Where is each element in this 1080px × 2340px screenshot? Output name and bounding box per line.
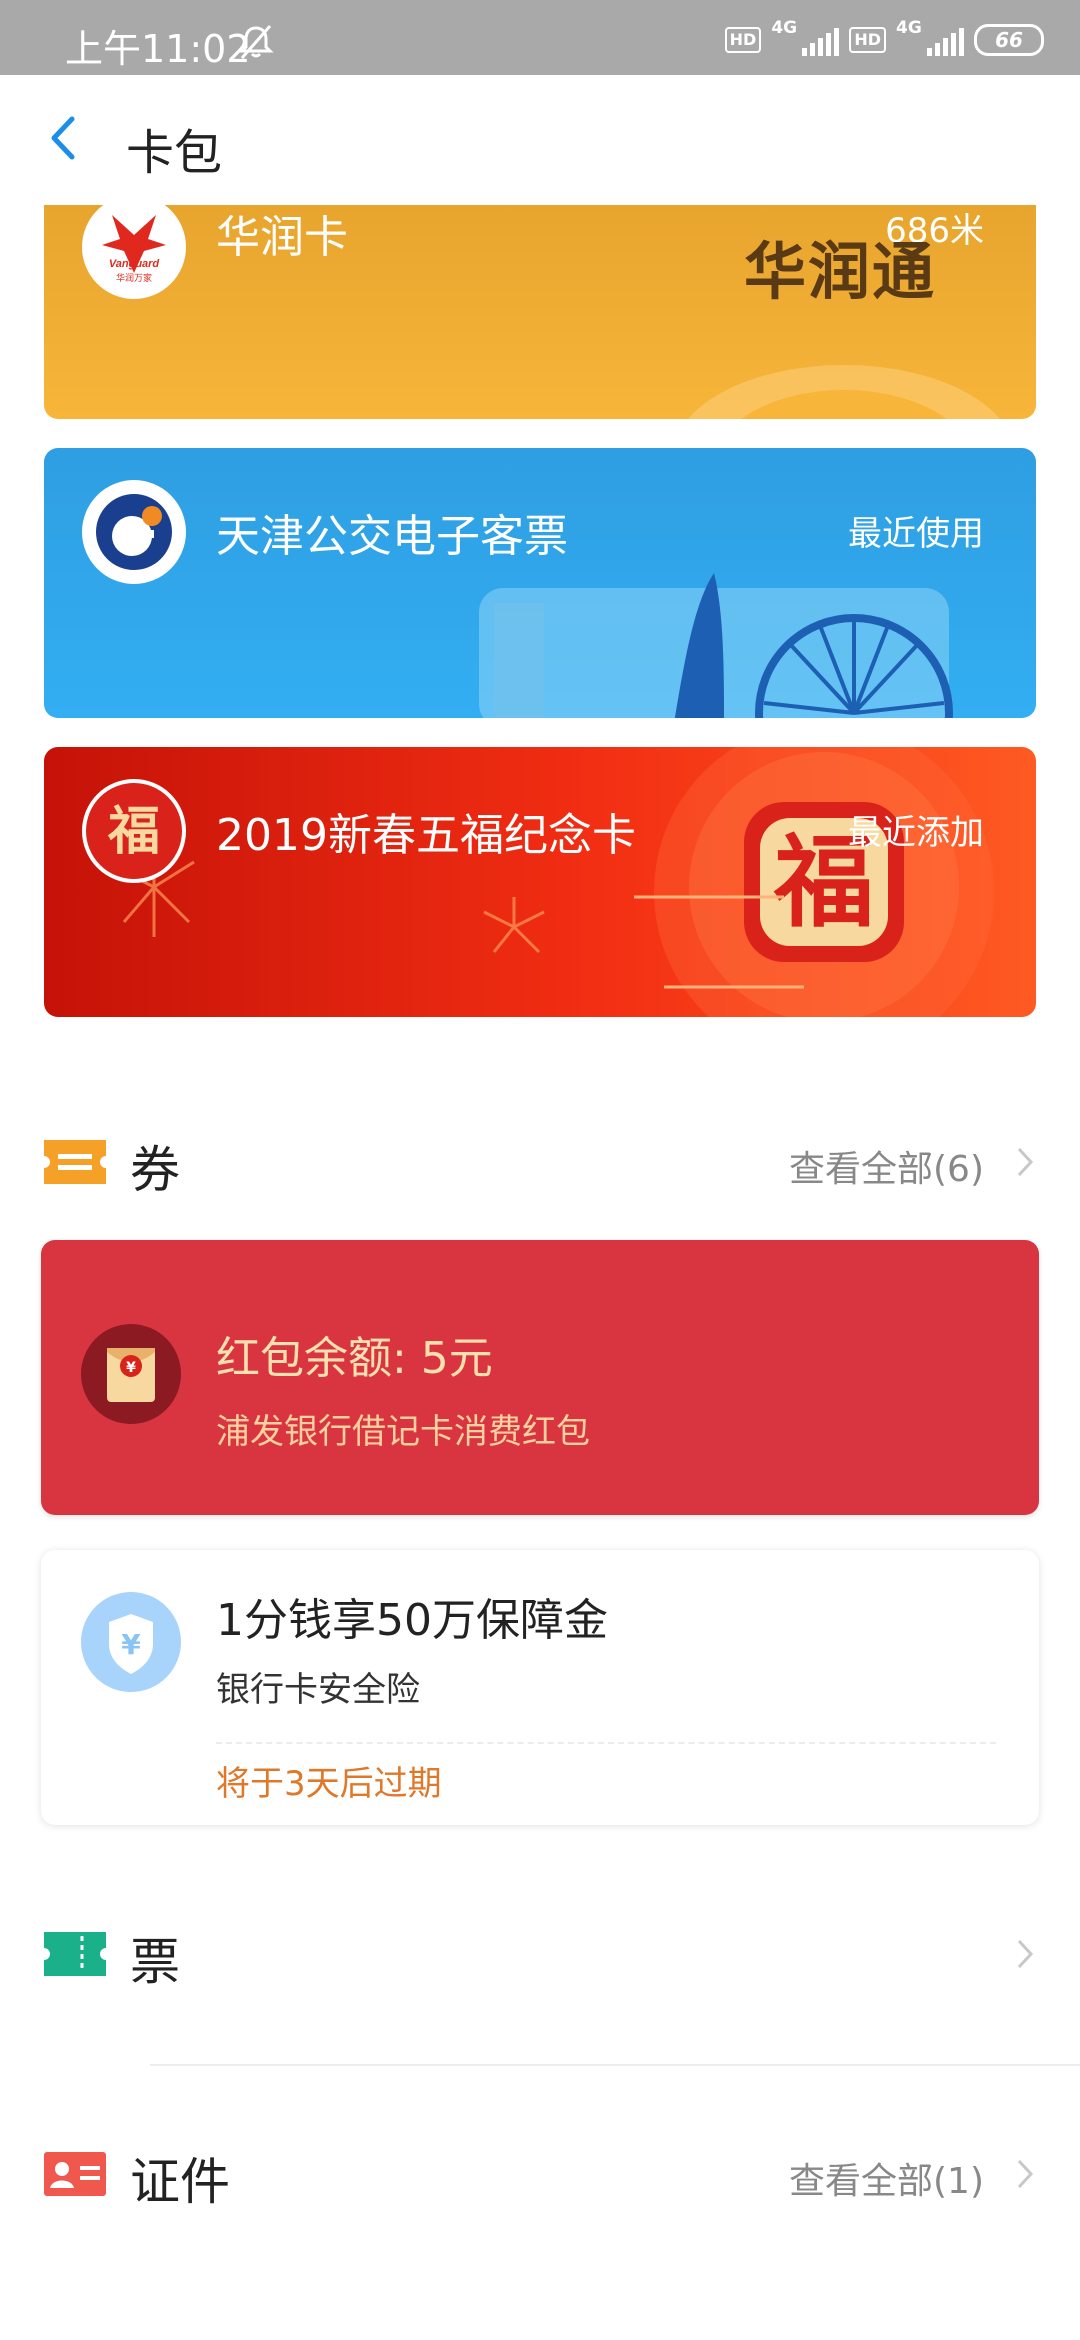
svg-text:Vanguard: Vanguard: [109, 258, 160, 270]
vanguard-logo: Vanguard 华润万家: [82, 205, 186, 299]
id-card-icon: [44, 2152, 106, 2196]
page-title: 卡包: [126, 125, 223, 181]
coupon-expiry: 将于3天后过期: [216, 1764, 442, 1804]
status-bar: 上午11:02 HD 4G HD 4G 66: [0, 0, 1080, 75]
section-title-coupons: 券: [130, 1141, 180, 1199]
coupon-insurance[interactable]: ¥ 1分钱享50万保障金 银行卡安全险 将于3天后过期: [41, 1550, 1039, 1825]
signal-icon: 4G: [896, 18, 964, 58]
card-status: 最近使用: [848, 514, 984, 554]
card-decoration: 福: [113, 747, 994, 1017]
back-arrow-icon[interactable]: [44, 113, 84, 163]
app-header: 卡包: [0, 75, 1080, 205]
svg-text:华润万家: 华润万家: [116, 272, 152, 284]
chevron-right-icon: [1017, 2159, 1034, 2189]
shield-yen-icon: ¥: [81, 1592, 181, 1692]
ticket-icon: [44, 1140, 106, 1184]
card-title: 天津公交电子客票: [216, 511, 568, 562]
card-decoration: [479, 573, 953, 718]
ticket-stub-icon: [44, 1932, 106, 1976]
card-huarun[interactable]: Vanguard 华润万家 华润卡 686米 华润通: [44, 205, 1036, 419]
card-status: 最近添加: [848, 813, 984, 853]
card-fu-2019[interactable]: 福 福 2019新春五福纪念卡 最近添加: [44, 747, 1036, 1017]
red-envelope-icon: ¥: [81, 1324, 181, 1424]
view-all-coupons-link[interactable]: 查看全部(6): [789, 1140, 984, 1192]
svg-text:¥: ¥: [121, 1628, 141, 1661]
coupon-red-envelope[interactable]: ¥ 红包余额: 5元 浦发银行借记卡消费红包: [41, 1240, 1039, 1515]
battery-icon: 66: [974, 24, 1044, 56]
coupon-subtitle: 银行卡安全险: [216, 1670, 420, 1710]
svg-text:福: 福: [107, 801, 160, 862]
hd-badge: HD: [724, 27, 762, 53]
card-title: 2019新春五福纪念卡: [216, 810, 636, 861]
chevron-right-icon: [1017, 1147, 1034, 1177]
card-title: 华润卡: [216, 212, 348, 263]
fu-logo: 福: [82, 779, 186, 883]
coupon-title: 1分钱享50万保障金: [216, 1595, 608, 1646]
section-title-tickets: 票: [130, 1933, 180, 1991]
card-brand-text: 华润通: [744, 235, 937, 308]
status-time: 上午11:02: [65, 27, 251, 71]
tianjin-bus-logo: [82, 480, 186, 584]
coupon-subtitle: 浦发银行借记卡消费红包: [216, 1412, 590, 1452]
svg-text:¥: ¥: [126, 1360, 136, 1376]
signal-icon: 4G: [771, 18, 840, 58]
coupon-divider: [216, 1742, 996, 1744]
status-indicators: HD 4G HD 4G 66: [724, 18, 1044, 60]
coupon-title: 红包余额: 5元: [216, 1333, 493, 1384]
chevron-right-icon: [1017, 1939, 1034, 1969]
hd-badge: HD: [849, 27, 886, 53]
view-all-documents-link[interactable]: 查看全部(1): [789, 2152, 984, 2204]
section-title-documents: 证件: [130, 2153, 230, 2211]
card-decoration: [688, 365, 1000, 419]
bell-muted-icon: [238, 25, 274, 59]
card-tianjin-bus[interactable]: 天津公交电子客票 最近使用: [44, 448, 1036, 718]
section-divider: [150, 2064, 1080, 2066]
